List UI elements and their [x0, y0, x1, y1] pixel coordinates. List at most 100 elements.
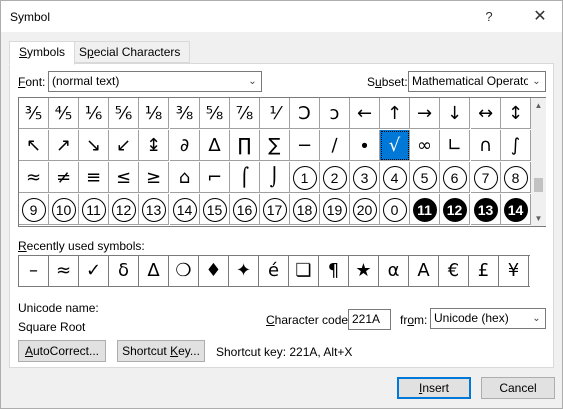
symbol-cell[interactable]: ⅙	[79, 98, 109, 129]
recent-symbol-cell[interactable]: ♦	[199, 256, 229, 286]
symbol-cell[interactable]: ↘	[79, 130, 109, 161]
symbol-cell[interactable]: 13	[139, 194, 169, 225]
symbol-cell[interactable]: ≠	[49, 162, 79, 193]
scroll-down-icon[interactable]: ▼	[531, 211, 546, 226]
recent-symbol-cell[interactable]: ★	[349, 256, 379, 286]
symbol-cell[interactable]: 10	[49, 194, 79, 225]
scroll-up-icon[interactable]: ▲	[531, 98, 546, 113]
symbol-cell[interactable]: ∂	[170, 130, 200, 161]
symbol-cell[interactable]: 11	[79, 194, 109, 225]
symbol-cell[interactable]: 4	[380, 162, 410, 193]
recent-symbol-cell[interactable]: δ	[109, 256, 139, 286]
symbol-cell[interactable]: ↄ	[320, 98, 350, 129]
shortcut-key-button[interactable]: Shortcut Key...	[117, 340, 205, 362]
symbol-cell[interactable]: ↔	[471, 98, 501, 129]
symbol-cell[interactable]: 5	[410, 162, 440, 193]
symbol-cell[interactable]: ↕	[501, 98, 531, 129]
tab-symbols[interactable]: Symbols	[9, 41, 76, 65]
help-button[interactable]: ?	[477, 1, 501, 32]
symbol-cell[interactable]: ⅝	[200, 98, 230, 129]
symbol-cell[interactable]: ⌂	[170, 162, 200, 193]
symbol-cell[interactable]: ⅚	[109, 98, 139, 129]
symbol-cell[interactable]: ≥	[139, 162, 169, 193]
symbol-cell[interactable]: 14	[501, 194, 531, 225]
symbol-cell[interactable]: 2	[320, 162, 350, 193]
from-dropdown[interactable]: Unicode (hex) ⌄	[430, 308, 546, 329]
recent-symbol-cell[interactable]: ❍	[169, 256, 199, 286]
symbol-cell[interactable]: →	[410, 98, 440, 129]
recent-symbol-cell[interactable]: –	[19, 256, 49, 286]
symbol-cell[interactable]: ∫	[501, 130, 531, 161]
symbol-cell[interactable]: ∟	[440, 130, 470, 161]
scroll-thumb[interactable]	[534, 178, 543, 192]
symbol-cell[interactable]: ∆	[200, 130, 230, 161]
recent-symbol-cell[interactable]: α	[379, 256, 409, 286]
symbol-cell[interactable]: ⅞	[230, 98, 260, 129]
symbol-cell[interactable]: ∞	[410, 130, 440, 161]
subset-dropdown[interactable]: Mathematical Operato ⌄	[408, 71, 546, 92]
symbol-cell[interactable]: ≈	[19, 162, 49, 193]
symbol-cell[interactable]: ∕	[320, 130, 350, 161]
symbol-cell[interactable]: ∩	[471, 130, 501, 161]
insert-button[interactable]: Insert	[397, 377, 471, 399]
symbol-cell[interactable]: 18	[290, 194, 320, 225]
symbol-cell[interactable]: ←	[350, 98, 380, 129]
recent-symbol-cell[interactable]: é	[259, 256, 289, 286]
symbol-cell[interactable]: ⅛	[139, 98, 169, 129]
recent-symbol-cell[interactable]: £	[469, 256, 499, 286]
recent-symbol-cell[interactable]: ✦	[229, 256, 259, 286]
symbol-cell[interactable]: ≡	[79, 162, 109, 193]
symbol-cell[interactable]: ⅜	[170, 98, 200, 129]
cancel-button[interactable]: Cancel	[481, 377, 555, 399]
symbol-cell-selected[interactable]: √	[380, 130, 410, 161]
grid-scrollbar[interactable]: ▲ ▼	[531, 98, 546, 226]
recent-symbol-cell[interactable]: ¥	[499, 256, 529, 286]
symbol-cell[interactable]: ⌐	[200, 162, 230, 193]
font-dropdown[interactable]: (normal text) ⌄	[48, 71, 262, 92]
symbol-cell[interactable]: ⅘	[49, 98, 79, 129]
symbol-cell[interactable]: ∙	[350, 130, 380, 161]
symbol-cell[interactable]: 9	[19, 194, 49, 225]
symbol-cell[interactable]: 19	[320, 194, 350, 225]
symbol-cell[interactable]: 15	[200, 194, 230, 225]
symbol-cell[interactable]: 13	[471, 194, 501, 225]
symbol-cell[interactable]: 12	[440, 194, 470, 225]
symbol-cell[interactable]: Ↄ	[290, 98, 320, 129]
recent-symbol-cell[interactable]: A	[409, 256, 439, 286]
symbol-cell[interactable]: ↖	[19, 130, 49, 161]
symbol-cell[interactable]: ↑	[380, 98, 410, 129]
symbol-cell[interactable]: 14	[170, 194, 200, 225]
tab-special-characters[interactable]: Special Characters	[69, 41, 191, 63]
symbol-cell[interactable]: ↨	[139, 130, 169, 161]
symbol-cell[interactable]: 16	[230, 194, 260, 225]
close-button[interactable]: ✕	[519, 1, 561, 32]
symbol-cell[interactable]: ∑	[260, 130, 290, 161]
symbol-cell[interactable]: 7	[471, 162, 501, 193]
recent-symbol-cell[interactable]: ≈	[49, 256, 79, 286]
recent-symbol-cell[interactable]: ❏	[289, 256, 319, 286]
recent-symbol-cell[interactable]: €	[439, 256, 469, 286]
symbol-cell[interactable]: 0	[380, 194, 410, 225]
recent-symbol-cell[interactable]: ✓	[79, 256, 109, 286]
symbol-cell[interactable]: 12	[109, 194, 139, 225]
symbol-cell[interactable]: ⌠	[230, 162, 260, 193]
recent-symbol-cell[interactable]: Δ	[139, 256, 169, 286]
symbol-cell[interactable]: 20	[350, 194, 380, 225]
symbol-cell[interactable]: ⅟	[260, 98, 290, 129]
symbol-cell[interactable]: ⅗	[19, 98, 49, 129]
autocorrect-button[interactable]: AutoCorrect...	[18, 340, 106, 362]
symbol-cell[interactable]: 3	[350, 162, 380, 193]
symbol-cell[interactable]: ↗	[49, 130, 79, 161]
symbol-cell[interactable]: ⌡	[260, 162, 290, 193]
symbol-cell[interactable]: ≤	[109, 162, 139, 193]
symbol-cell[interactable]: 1	[290, 162, 320, 193]
symbol-cell[interactable]: −	[290, 130, 320, 161]
symbol-cell[interactable]: ↓	[440, 98, 470, 129]
recent-symbol-cell[interactable]: ¶	[319, 256, 349, 286]
symbol-cell[interactable]: 17	[260, 194, 290, 225]
symbol-cell[interactable]: 8	[501, 162, 531, 193]
symbol-cell[interactable]: 6	[440, 162, 470, 193]
symbol-cell[interactable]: ↙	[109, 130, 139, 161]
symbol-cell[interactable]: 11	[410, 194, 440, 225]
character-code-input[interactable]: 221A	[348, 309, 391, 330]
